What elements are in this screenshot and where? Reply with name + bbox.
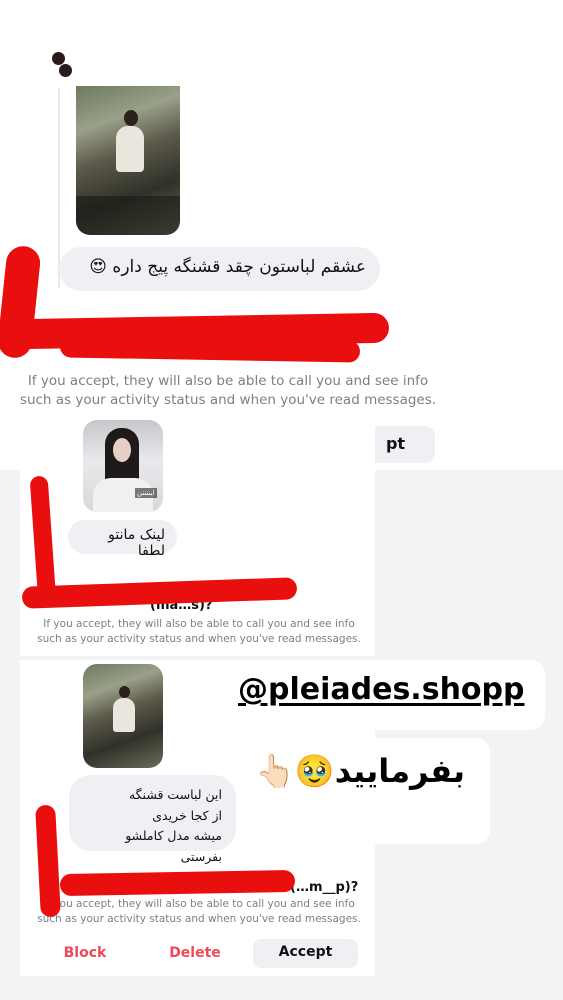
decorative-dot	[52, 52, 65, 65]
shared-post-thumbnail[interactable]: ایننننن	[83, 420, 163, 512]
message-line: این لباست قشنگه	[128, 787, 222, 802]
message-thread-rule	[58, 88, 60, 288]
decorative-dot	[59, 64, 72, 77]
request-info-text: If you accept, they will also be able to…	[37, 618, 361, 645]
caption-text: 👆🏻🥹بفرمایید	[255, 752, 466, 790]
shared-post-thumbnail[interactable]	[83, 664, 163, 768]
block-button[interactable]: Block	[40, 940, 130, 968]
request-info-text: If you accept, they will also be able to…	[37, 898, 361, 925]
message-line: میشه مدل کاملشو بفرستی	[125, 828, 222, 864]
message-bubble: عشقم لباستون چقد قشنگه پیج داره 😍	[59, 247, 380, 291]
request-title: (…m__p)?	[290, 880, 359, 895]
mention-handle[interactable]: @pleiades.shopp	[238, 672, 524, 707]
accept-button[interactable]: Accept	[253, 939, 358, 968]
message-text: عشقم لباستون چقد قشنگه پیج داره 😍	[89, 257, 366, 277]
message-bubble: این لباست قشنگه از کجا خریدی میشه مدل کا…	[69, 775, 236, 864]
message-line: از کجا خریدی	[152, 807, 222, 823]
delete-button[interactable]: Delete	[150, 940, 240, 968]
shared-post-thumbnail[interactable]	[76, 86, 180, 235]
post-overlay-text: ایننننن	[135, 488, 157, 498]
request-info-text: If you accept, they will also be able to…	[19, 373, 437, 408]
redaction-scribble	[59, 869, 296, 897]
caption-emojis: 👆🏻🥹	[255, 752, 335, 790]
message-bubble: لینک مانتو لطفا	[68, 520, 177, 559]
